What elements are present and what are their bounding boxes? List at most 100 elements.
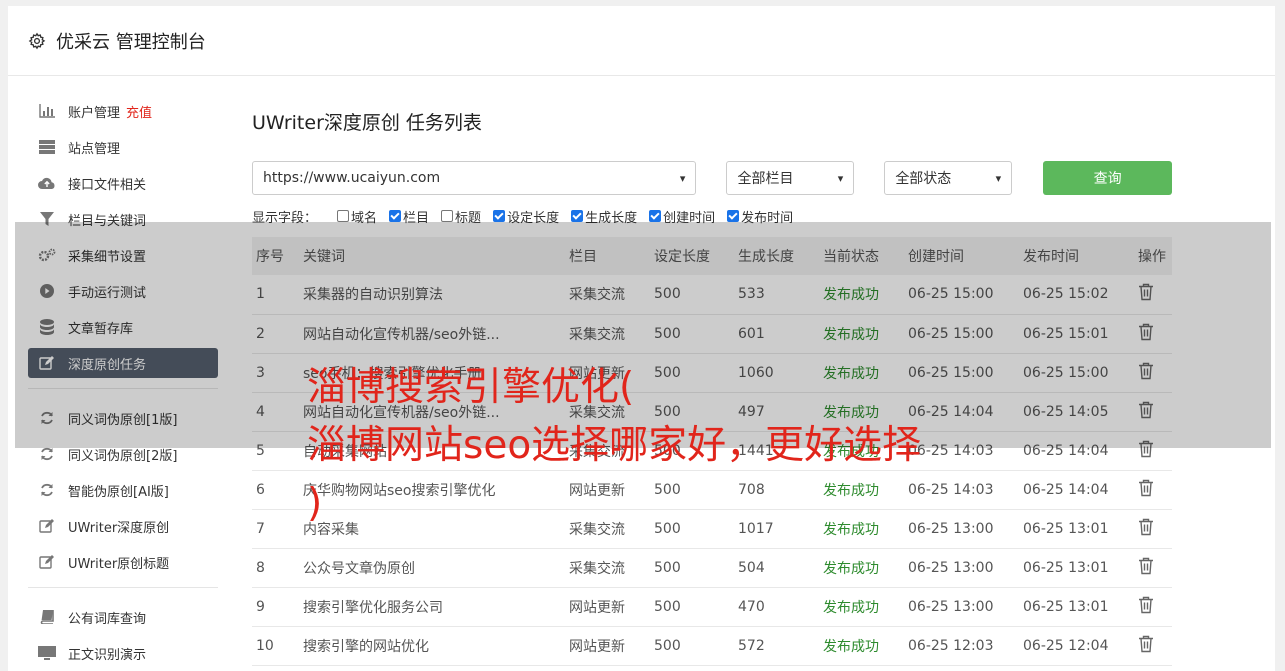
trash-icon[interactable] [1138,596,1154,614]
sidebar-item[interactable]: 接口文件相关 [28,168,218,198]
overlay-headline-line3: ) [307,481,323,526]
trash-icon[interactable] [1138,635,1154,653]
table-row: 6 庆华购物网站seo搜索引擎优化 网站更新 500 708 发布成功 06-25 14:0… [252,470,1172,510]
bar-chart-icon [38,103,56,119]
sidebar-item-label: 正文识别演示 [68,647,147,663]
chevron-down-icon: ▾ [995,171,1002,185]
book-icon [38,609,56,625]
monitor-icon [38,645,56,661]
table-cell: 7 [252,509,299,549]
table-row: 9 搜索引擎优化服务公司 网站更新 500 470 发布成功 06-25 13:00 06-2… [252,587,1172,627]
table-cell: 网站更新 [565,587,650,627]
checkbox-checked-icon [493,210,506,222]
table-cell: 发布成功 [819,587,904,627]
table-cell: 500 [650,587,734,627]
table-cell: 06-25 14:04 [1019,470,1134,510]
table-cell: 8 [252,548,299,588]
sidebar-item[interactable]: 账户管理 充值 [28,96,218,126]
table-cell: 网站更新 [565,470,650,510]
table-cell-actions [1134,626,1172,666]
table-cell: 网站更新 [565,626,650,666]
table-cell: 发布成功 [819,509,904,549]
watermark-overlay [15,222,1271,448]
overlay-headline-line2: 淄博网站seo选择哪家好，更好选择 [307,423,922,468]
filter-bar: https://www.ucaiyun.com ▾ 全部栏目 ▾ 全部状态 ▾ … [252,161,1172,195]
table-cell: 9 [252,587,299,627]
sidebar-item[interactable]: UWriter原创标题 [28,547,218,577]
sidebar-item-label: UWriter深度原创 [68,520,170,536]
table-cell-actions [1134,470,1172,510]
site-select[interactable]: https://www.ucaiyun.com ▾ [252,161,697,195]
table-cell: 06-25 13:00 [904,509,1019,549]
table-cell: 500 [650,470,734,510]
table-cell: 06-25 13:00 [904,587,1019,627]
table-cell: 504 [734,548,819,588]
recharge-link[interactable]: 充值 [126,102,152,121]
server-icon [38,139,56,155]
sidebar-item[interactable]: 正文识别演示 [28,638,218,668]
table-row: 8 公众号文章伪原创 采集交流 500 504 发布成功 06-25 13:00 06-25 … [252,548,1172,588]
checkbox-checked-icon [727,210,740,222]
status-select-value: 全部状态 [895,171,952,187]
sidebar-item-label: 接口文件相关 [68,177,147,193]
table-cell: 采集交流 [565,548,650,588]
sidebar-item-label: 公有词库查询 [68,611,147,627]
gear-icon [28,32,46,49]
table-cell: 06-25 13:00 [904,548,1019,588]
page-title: UWriter深度原创 任务列表 [252,112,482,134]
table-cell: 500 [650,548,734,588]
table-cell: 1017 [734,509,819,549]
table-cell-actions [1134,548,1172,588]
table-cell: 06-25 13:01 [1019,509,1134,549]
table-cell: 发布成功 [819,626,904,666]
sidebar-item[interactable]: 站点管理 [28,132,218,162]
cloud-upload-icon [38,175,56,191]
checkbox-checked-icon [389,210,402,222]
console-title: 优采云 管理控制台 [56,31,206,53]
table-cell: 内容采集 [299,509,565,549]
refresh-icon [38,446,56,462]
site-select-value: https://www.ucaiyun.com [263,170,441,186]
table-cell: 06-25 12:04 [1019,626,1134,666]
trash-icon[interactable] [1138,518,1154,536]
chevron-down-icon: ▾ [837,171,844,185]
table-cell: 708 [734,470,819,510]
table-cell: 发布成功 [819,470,904,510]
table-cell: 06-25 14:03 [904,470,1019,510]
table-cell-actions [1134,509,1172,549]
table-cell: 采集交流 [565,509,650,549]
sidebar-item-label: 站点管理 [68,141,121,157]
table-cell-actions [1134,587,1172,627]
sidebar-item[interactable]: UWriter深度原创 [28,511,218,541]
table-cell: 06-25 13:01 [1019,587,1134,627]
table-cell: 470 [734,587,819,627]
table-row: 7 内容采集 采集交流 500 1017 发布成功 06-25 13:00 06-25 13:… [252,509,1172,549]
chevron-down-icon: ▾ [679,171,686,185]
checkbox-unchecked-icon [441,210,454,222]
column-select-value: 全部栏目 [737,171,794,187]
overlay-headline-line1: 淄博搜索引擎优化( [307,365,635,410]
table-cell: 572 [734,626,819,666]
sidebar-item[interactable]: 公有词库查询 [28,602,218,632]
trash-icon[interactable] [1138,557,1154,575]
sidebar-item-label: 智能伪原创[AI版] [68,484,169,500]
status-select[interactable]: 全部状态 ▾ [884,161,1013,195]
edit-icon [38,554,56,570]
table-row: 10 搜索引擎的网站优化 网站更新 500 572 发布成功 06-25 12:03 06-2… [252,626,1172,666]
trash-icon[interactable] [1138,479,1154,497]
table-cell: 10 [252,626,299,666]
table-cell: 500 [650,509,734,549]
header: 优采云 管理控制台 [8,6,1275,76]
edit-icon [38,518,56,534]
sidebar-item[interactable]: 智能伪原创[AI版] [28,475,218,505]
checkbox-checked-icon [649,210,662,222]
table-cell: 06-25 13:01 [1019,548,1134,588]
column-select[interactable]: 全部栏目 ▾ [726,161,855,195]
refresh-icon [38,482,56,498]
search-button[interactable]: 查询 [1043,161,1172,195]
table-cell: 6 [252,470,299,510]
table-cell: 公众号文章伪原创 [299,548,565,588]
table-cell: 庆华购物网站seo搜索引擎优化 [299,470,565,510]
table-cell: 500 [650,626,734,666]
sidebar-divider [28,587,218,588]
